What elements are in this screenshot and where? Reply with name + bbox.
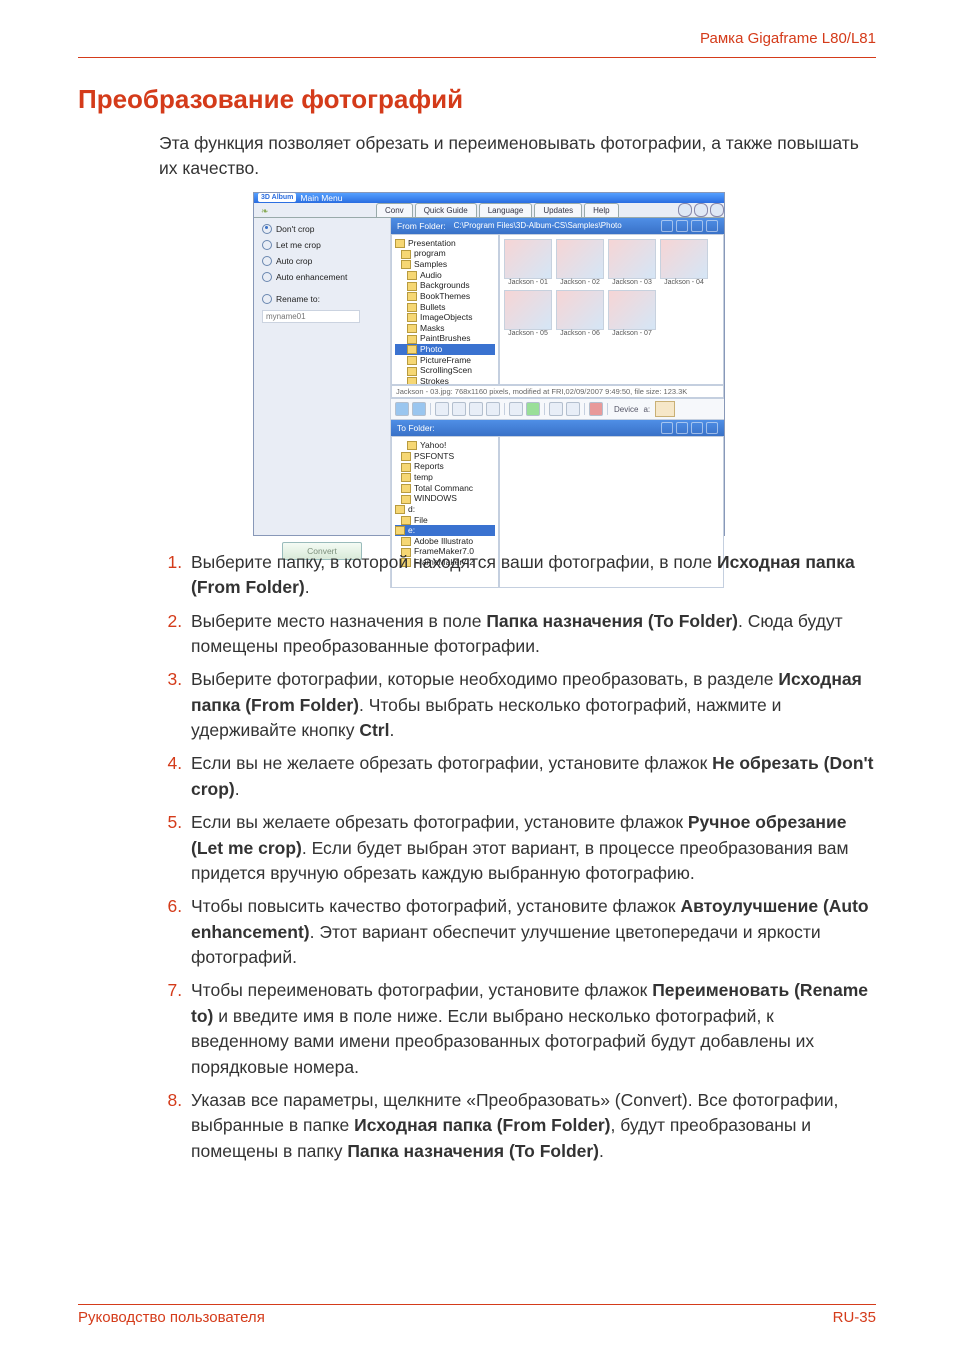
rename-icon[interactable] [486, 402, 500, 416]
device-label: Device [614, 405, 638, 414]
let-me-crop-label: Let me crop [276, 240, 321, 250]
close-icon[interactable] [710, 203, 724, 217]
leaf-icon: ❧ [261, 206, 269, 217]
section-title: Преобразование фотографий [78, 84, 876, 115]
step-8: Указав все параметры, щелкните «Преобраз… [187, 1088, 876, 1164]
view-icon[interactable] [676, 422, 688, 434]
thumbnail-grid[interactable]: Jackson - 01 Jackson - 02 Jackson - 03 J… [499, 234, 724, 385]
steps-list: Выберите папку, в которой находятся ваши… [159, 550, 876, 1164]
auto-crop-label: Auto crop [276, 256, 312, 266]
selectall-icon[interactable] [469, 402, 483, 416]
paste-icon[interactable] [452, 402, 466, 416]
radio-dont-crop[interactable] [262, 224, 272, 234]
dont-crop-label: Don't crop [276, 224, 314, 234]
toolbar: Device a: [391, 398, 724, 420]
to-folder-bar: To Folder: [391, 420, 724, 436]
from-tree[interactable]: Presentation program Samples Audio Backg… [391, 234, 499, 385]
restore-icon[interactable] [694, 203, 708, 217]
search-icon[interactable] [661, 220, 673, 232]
refresh-icon[interactable] [691, 220, 703, 232]
step-2: Выберите место назначения в поле Папка н… [187, 609, 876, 660]
step-3: Выберите фотографии, которые необходимо … [187, 667, 876, 743]
thumb-img [504, 239, 552, 279]
min-icon[interactable] [678, 203, 692, 217]
tabbar: ❧ Conv Quick Guide Language Updates Help [254, 203, 724, 218]
main-menu-label[interactable]: Main Menu [300, 193, 342, 203]
tab-help[interactable]: Help [584, 203, 618, 217]
radio-auto-enh[interactable] [262, 272, 272, 282]
view-icon[interactable] [676, 220, 688, 232]
radio-rename[interactable] [262, 294, 272, 304]
step-7: Чтобы переименовать фотографии, установи… [187, 978, 876, 1080]
options-pane: Don't crop Let me crop Auto crop Auto en… [254, 218, 391, 588]
tab-conv[interactable]: Conv [376, 203, 413, 217]
footer-page-number: RU-35 [833, 1309, 876, 1326]
to-tree-selected: e: [395, 525, 495, 536]
app-screenshot: 3D Album Main Menu ❧ Conv Quick Guide La… [253, 192, 725, 536]
from-folder-bar: From Folder: C:\Program Files\3D-Album-C… [391, 218, 724, 234]
rename-input[interactable] [262, 310, 360, 323]
radio-let-me-crop[interactable] [262, 240, 272, 250]
from-folder-path: C:\Program Files\3D-Album-CS\Samples\Pho… [454, 221, 661, 230]
auto-enh-label: Auto enhancement [276, 272, 347, 282]
page-header-product: Рамка Gigaframe L80/L81 [78, 30, 876, 47]
to-folder-label: To Folder: [397, 423, 435, 433]
search-icon[interactable] [661, 422, 673, 434]
footer-divider [78, 1304, 876, 1305]
step-5: Если вы желаете обрезать фотографии, уст… [187, 810, 876, 886]
step-6: Чтобы повысить качество фотографий, уста… [187, 894, 876, 970]
rename-label: Rename to: [276, 294, 320, 304]
settings-icon[interactable] [706, 220, 718, 232]
tab-updates[interactable]: Updates [534, 203, 582, 217]
accept-icon[interactable] [526, 402, 540, 416]
nav-back-icon[interactable] [395, 402, 409, 416]
tab-language[interactable]: Language [479, 203, 533, 217]
footer-left: Руководство пользователя [78, 1309, 265, 1326]
app-logo: 3D Album [258, 193, 296, 202]
from-folder-label: From Folder: [397, 221, 446, 231]
undo-icon[interactable] [549, 402, 563, 416]
copy-icon[interactable] [435, 402, 449, 416]
tab-quick-guide[interactable]: Quick Guide [415, 203, 477, 217]
delete-icon[interactable] [589, 402, 603, 416]
rotate-icon[interactable] [509, 402, 523, 416]
intro-paragraph: Эта функция позволяет обрезать и переиме… [159, 131, 876, 182]
status-bar: Jackson - 03.jpg: 768x1160 pixels, modif… [391, 385, 724, 398]
app-titlebar: 3D Album Main Menu [254, 193, 724, 203]
radio-auto-crop[interactable] [262, 256, 272, 266]
refresh-icon[interactable] [691, 422, 703, 434]
drive-label: a: [643, 405, 650, 414]
from-tree-selected: Photo [395, 344, 495, 355]
redo-icon[interactable] [566, 402, 580, 416]
step-4: Если вы не желаете обрезать фотографии, … [187, 751, 876, 802]
nav-fwd-icon[interactable] [412, 402, 426, 416]
header-divider [78, 57, 876, 58]
settings-icon[interactable] [706, 422, 718, 434]
device-icon[interactable] [655, 401, 675, 417]
